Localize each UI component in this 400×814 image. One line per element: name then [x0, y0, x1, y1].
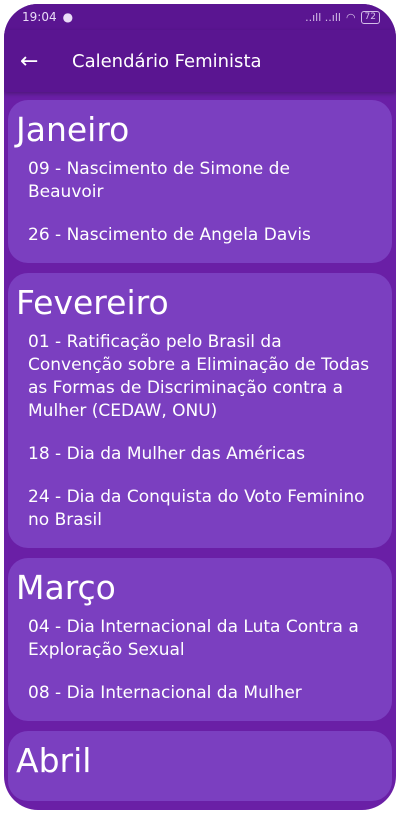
- month-card-marco: Março 04 - Dia Internacional da Luta Con…: [8, 558, 392, 721]
- wifi-icon: ◠: [345, 10, 356, 24]
- event-item: 08 - Dia Internacional da Mulher: [28, 683, 302, 703]
- battery-icon: 72: [360, 10, 380, 24]
- phone-screen: 19:04 ● ..ıll ..ıll ◠ 72 ← Calendário Fe…: [4, 4, 396, 810]
- back-arrow-icon[interactable]: ←: [4, 49, 64, 74]
- status-bar: 19:04 ● ..ıll ..ıll ◠ 72: [4, 4, 396, 30]
- month-card-fevereiro: Fevereiro 01 - Ratificação pelo Brasil d…: [8, 273, 392, 548]
- month-list[interactable]: Janeiro 09 - Nascimento de Simone de Bea…: [4, 92, 396, 810]
- event-item: 01 - Ratificação pelo Brasil da Convençã…: [28, 332, 370, 421]
- month-title: Fevereiro: [16, 283, 169, 322]
- month-title: Abril: [16, 741, 92, 780]
- month-card-janeiro: Janeiro 09 - Nascimento de Simone de Bea…: [8, 100, 392, 263]
- month-title: Janeiro: [16, 110, 130, 149]
- event-item: 18 - Dia da Mulher das Américas: [28, 444, 306, 464]
- month-title: Março: [16, 568, 116, 607]
- event-item: 26 - Nascimento de Angela Davis: [28, 225, 311, 245]
- event-item: 04 - Dia Internacional da Luta Contra a …: [28, 617, 359, 660]
- notification-icon: ●: [62, 10, 74, 24]
- status-time: 19:04: [22, 10, 57, 24]
- event-item: 09 - Nascimento de Simone de Beauvoir: [28, 159, 290, 202]
- page-title: Calendário Feminista: [72, 50, 262, 72]
- event-item: 24 - Dia da Conquista do Voto Feminino n…: [28, 487, 365, 530]
- signal-icon: ..ıll ..ıll: [305, 10, 341, 24]
- app-bar: ← Calendário Feminista: [4, 30, 396, 92]
- month-card-abril: Abril: [8, 731, 392, 801]
